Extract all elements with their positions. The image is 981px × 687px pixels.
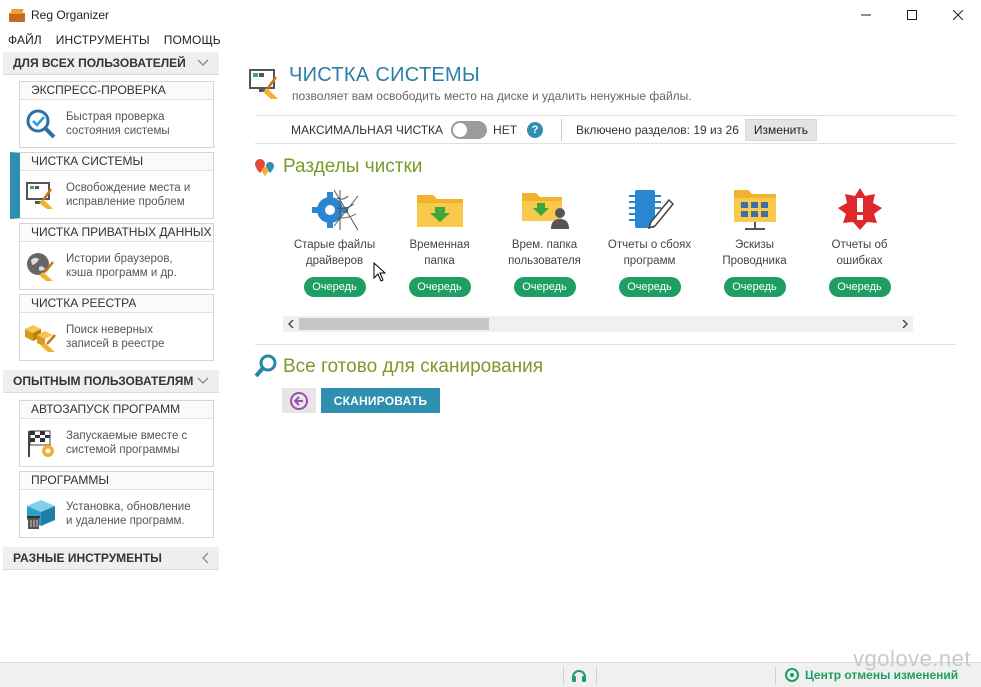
ready-title: Все готово для сканирования (283, 356, 544, 377)
window-title: Reg Organizer (31, 8, 110, 22)
magnifier-check-icon (24, 107, 58, 141)
group-advanced-users[interactable]: ОПЫТНЫМ ПОЛЬЗОВАТЕЛЯМ (3, 370, 219, 393)
sidebar-item-autorun[interactable]: АВТОЗАПУСК ПРОГРАММ Запускаемые вместе с… (19, 400, 214, 467)
headset-support-icon[interactable] (570, 667, 588, 685)
title-bar: Reg Organizer (0, 0, 981, 30)
help-icon[interactable]: ? (527, 121, 544, 138)
sidebar-item-registry-cleanup[interactable]: ЧИСТКА РЕЕСТРА Поиск неверных записей в р… (19, 294, 214, 361)
folder-download-icon (414, 185, 466, 233)
sidebar-item-express-check[interactable]: ЭКСПРЕСС-ПРОВЕРКА Быстрая проверка состоя… (19, 81, 214, 148)
group-all-users[interactable]: ДЛЯ ВСЕХ ПОЛЬЗОВАТЕЛЕЙ (3, 52, 219, 75)
main-panel: ЧИСТКА СИСТЕМЫ позволяет вам освободить … (222, 50, 981, 662)
watermark: vgolove.net (852, 646, 971, 671)
queue-button[interactable]: Очередь (303, 277, 366, 297)
queue-button[interactable]: Очередь (828, 277, 891, 297)
queue-button[interactable]: Очередь (513, 277, 576, 297)
separator (561, 118, 563, 141)
sidebar-item-system-cleanup[interactable]: ЧИСТКА СИСТЕМЫ Освобождение места и испра… (10, 152, 214, 219)
error-badge-icon (834, 185, 886, 233)
card-error-reports: Отчеты об ошибках Очередь (807, 185, 902, 305)
monitor-broom-icon (24, 178, 58, 212)
scroll-left-icon[interactable] (283, 316, 299, 332)
max-clean-state: НЕТ (493, 122, 518, 137)
card-crash-reports: Отчеты о сбоях программ Очередь (597, 185, 702, 305)
cards-scrollbar[interactable] (283, 316, 913, 332)
sections-title: Разделы чистки (283, 156, 423, 177)
queue-button[interactable]: Очередь (723, 277, 786, 297)
chevron-left-icon (202, 552, 209, 564)
minimize-button[interactable] (843, 0, 889, 30)
card-old-driver-files: Старые файлы драйверов Очередь (282, 185, 387, 305)
folder-thumbnails-icon (729, 185, 781, 233)
minimize-icon (861, 14, 871, 16)
folder-user-icon (519, 185, 571, 233)
queue-button[interactable]: Очередь (408, 277, 471, 297)
card-temp-folder: Временная папка Очередь (387, 185, 492, 305)
map-pins-icon (254, 157, 278, 182)
box-trash-icon (24, 497, 58, 531)
options-bar: МАКСИМАЛЬНАЯ ЧИСТКА НЕТ ? Включено разде… (255, 115, 955, 144)
chevron-down-icon (197, 59, 209, 66)
app-logo-icon (9, 8, 25, 22)
max-clean-label: МАКСИМАЛЬНАЯ ЧИСТКА (291, 122, 444, 137)
globe-broom-icon (24, 249, 58, 283)
divider (255, 344, 955, 345)
scroll-thumb[interactable] (299, 318, 489, 330)
sidebar-item-private-data[interactable]: ЧИСТКА ПРИВАТНЫХ ДАННЫХ Истории браузеро… (19, 223, 214, 290)
menu-file[interactable]: ФАЙЛ (8, 33, 42, 47)
menu-tools[interactable]: ИНСТРУМЕНТЫ (56, 33, 150, 47)
max-clean-toggle[interactable] (451, 120, 488, 139)
chip-pencil-icon (624, 185, 676, 233)
gear-cobweb-icon (309, 185, 361, 233)
registry-cubes-icon (24, 320, 58, 354)
status-bar: Центр отмены изменений (0, 662, 981, 687)
sidebar-item-programs[interactable]: ПРОГРАММЫ Установка, обновление и удалени… (19, 471, 214, 538)
maximize-icon (907, 10, 917, 20)
undo-center-icon (785, 668, 799, 682)
menu-help[interactable]: ПОМОЩЬ (164, 33, 221, 47)
close-icon (953, 10, 963, 20)
arrow-left-icon (290, 391, 308, 410)
card-explorer-thumbnails: Эскизы Проводника Очередь (702, 185, 807, 305)
checkered-flag-icon (24, 426, 58, 460)
sections-count: Включено разделов: 19 из 26 (576, 122, 739, 137)
queue-button[interactable]: Очередь (618, 277, 681, 297)
sidebar: ДЛЯ ВСЕХ ПОЛЬЗОВАТЕЛЕЙ ЭКСПРЕСС-ПРОВЕРКА… (0, 50, 222, 662)
page-title: ЧИСТКА СИСТЕМЫ (289, 64, 480, 86)
search-icon (254, 354, 278, 381)
cleanup-sections: Старые файлы драйверов Очередь Временная п… (282, 185, 902, 305)
chevron-down-icon (197, 377, 209, 384)
monitor-broom-icon (248, 66, 282, 103)
menu-bar: ФАЙЛ ИНСТРУМЕНТЫ ПОМОЩЬ (0, 30, 981, 50)
maximize-button[interactable] (889, 0, 935, 30)
scan-button[interactable]: СКАНИРОВАТЬ (321, 388, 440, 413)
scroll-right-icon[interactable] (897, 316, 913, 332)
back-button[interactable] (282, 388, 316, 413)
mouse-cursor-icon (373, 261, 387, 285)
change-button[interactable]: Изменить (744, 118, 818, 141)
close-button[interactable] (935, 0, 981, 30)
card-user-temp-folder: Врем. папка пользователя Очередь (492, 185, 597, 305)
group-misc-tools[interactable]: РАЗНЫЕ ИНСТРУМЕНТЫ (3, 547, 219, 570)
page-subtitle: позволяет вам освободить место на диске … (292, 89, 692, 103)
